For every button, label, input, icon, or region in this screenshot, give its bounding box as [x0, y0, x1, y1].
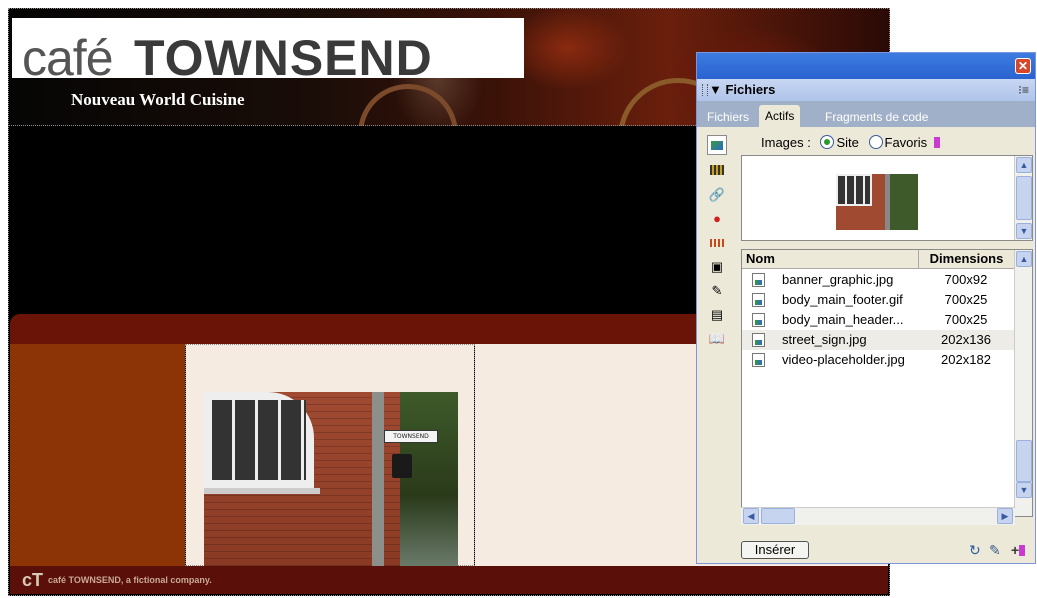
banner-chair-decor — [358, 84, 458, 126]
scroll-up-icon[interactable]: ▲ — [1016, 157, 1032, 173]
site-radio[interactable] — [820, 135, 835, 149]
images-icon[interactable] — [707, 135, 727, 155]
panel-title-label: Fichiers — [725, 82, 776, 97]
insert-button[interactable]: Insérer — [741, 541, 809, 559]
refresh-icon[interactable]: ↻ — [969, 541, 981, 559]
tab-actifs[interactable]: Actifs — [759, 105, 801, 127]
street-sign: TOWNSEND — [384, 430, 438, 443]
column-header-nom[interactable]: Nom — [746, 251, 775, 266]
grip-icon[interactable] — [702, 84, 708, 96]
footer-logo: cT — [22, 570, 44, 590]
sign-pole — [372, 392, 384, 566]
scroll-down-icon[interactable]: ▼ — [1016, 223, 1032, 239]
asset-list: Nom Dimensions banner_graphic.jpg 700x92… — [741, 249, 1033, 517]
traffic-signal — [392, 454, 412, 478]
panel-options-icon[interactable]: ⁝≡ — [1018, 83, 1029, 97]
scroll-thumb[interactable] — [761, 508, 795, 524]
scripts-icon[interactable]: ✎ — [707, 281, 727, 301]
favoris-radio[interactable] — [868, 135, 883, 149]
preview-thumbnail — [836, 174, 918, 230]
panel-titlebar[interactable]: ✕ — [697, 53, 1035, 79]
image-file-icon — [752, 353, 765, 367]
add-to-favorites-icon[interactable]: + — [1011, 541, 1026, 559]
body-main-footer: cT café TOWNSEND, a fictional company. — [10, 566, 888, 594]
favoris-radio-label[interactable]: Favoris — [885, 135, 928, 150]
list-vertical-scrollbar[interactable]: ▲ ▼ — [1014, 250, 1032, 516]
logo-townsend-text: TOWNSEND — [134, 30, 433, 86]
file-name: banner_graphic.jpg — [782, 272, 894, 287]
site-radio-label[interactable]: Site — [836, 135, 858, 150]
shockwave-icon[interactable] — [707, 233, 727, 253]
scroll-thumb[interactable] — [1016, 176, 1032, 220]
file-dimensions: 202x182 — [941, 352, 991, 367]
image-file-icon — [752, 293, 765, 307]
scroll-down-icon[interactable]: ▼ — [1016, 482, 1032, 498]
file-dimensions: 700x25 — [944, 312, 988, 327]
tagline: Nouveau World Cuisine — [71, 90, 245, 109]
urls-icon[interactable]: 🔗 — [707, 185, 727, 205]
list-item[interactable]: body_main_footer.gif 700x25 — [742, 290, 1014, 310]
file-name: body_main_footer.gif — [782, 292, 903, 307]
footer-text: café TOWNSEND, a fictional company. — [48, 575, 212, 585]
tree — [400, 392, 458, 566]
left-column — [10, 344, 185, 566]
edit-icon[interactable]: ✎ — [989, 541, 1001, 559]
scroll-left-icon[interactable]: ◀ — [743, 508, 759, 524]
close-button[interactable]: ✕ — [1015, 58, 1031, 74]
colors-icon[interactable] — [707, 161, 727, 181]
image-file-icon — [752, 273, 765, 287]
scroll-right-icon[interactable]: ▶ — [997, 508, 1013, 524]
file-name: body_main_header... — [782, 312, 904, 327]
logo-box: café TOWNSEND — [12, 18, 524, 86]
list-item[interactable]: banner_graphic.jpg 700x92 — [742, 270, 1014, 290]
list-header: Nom Dimensions — [742, 250, 1014, 269]
list-item-selected[interactable]: street_sign.jpg 202x136 — [742, 330, 1014, 350]
templates-icon[interactable]: ▤ — [707, 305, 727, 325]
movies-icon[interactable]: ▣ — [707, 257, 727, 277]
window — [204, 392, 314, 488]
images-filter: Images : Site Favoris — [741, 133, 1021, 153]
image-file-icon — [752, 313, 765, 327]
tab-fragments-de-code[interactable]: Fragments de code — [819, 107, 934, 127]
asset-category-toolbar: 🔗 ● ▣ ✎ ▤ 📖 — [707, 135, 731, 355]
column-header-dimensions[interactable]: Dimensions — [918, 250, 1014, 268]
images-label: Images : — [761, 135, 811, 150]
panel-group-header[interactable]: ▼ Fichiers ⁝≡ — [697, 79, 1035, 101]
files-panel: ✕ ▼ Fichiers ⁝≡ Fichiers Actifs Fragment… — [696, 52, 1036, 564]
scroll-up-icon[interactable]: ▲ — [1016, 251, 1032, 267]
file-dimensions: 202x136 — [941, 332, 991, 347]
list-horizontal-scrollbar[interactable]: ◀ ▶ — [741, 507, 1015, 525]
favorites-icon — [933, 137, 940, 148]
logo-cafe-text: café — [22, 30, 114, 86]
image-file-icon — [752, 333, 765, 347]
scroll-thumb[interactable] — [1016, 440, 1032, 482]
flash-icon[interactable]: ● — [707, 209, 727, 229]
preview-scrollbar[interactable]: ▲ ▼ — [1014, 156, 1032, 240]
street-sign-image[interactable]: TOWNSEND — [204, 392, 458, 566]
panel-title[interactable]: ▼ Fichiers — [709, 82, 775, 97]
panel-footer: Insérer ↻ ✎ + — [697, 531, 1035, 563]
file-name: street_sign.jpg — [782, 332, 867, 347]
window-sill — [204, 488, 320, 494]
library-icon[interactable]: 📖 — [707, 329, 727, 349]
file-dimensions: 700x92 — [944, 272, 988, 287]
asset-preview: ▲ ▼ — [741, 155, 1033, 241]
file-name: video-placeholder.jpg — [782, 352, 905, 367]
list-item[interactable]: video-placeholder.jpg 202x182 — [742, 350, 1014, 370]
file-dimensions: 700x25 — [944, 292, 988, 307]
list-item[interactable]: body_main_header... 700x25 — [742, 310, 1014, 330]
tab-fichiers[interactable]: Fichiers — [701, 107, 755, 127]
panel-tabs: Fichiers Actifs Fragments de code — [697, 101, 1035, 127]
